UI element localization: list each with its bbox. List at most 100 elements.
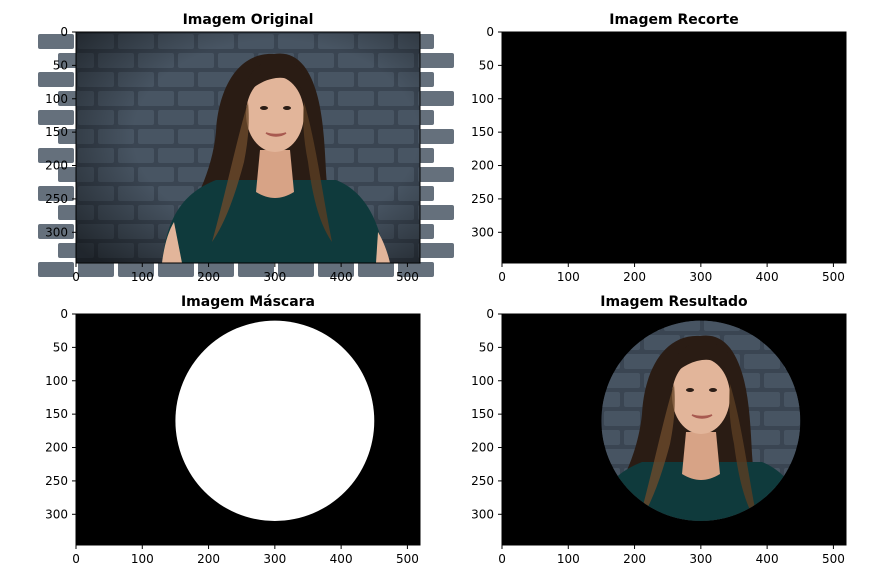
panel-title: Imagem Recorte	[609, 12, 739, 28]
y-tick-label: 250	[45, 474, 68, 488]
y-tick-label: 150	[471, 407, 494, 421]
brick	[78, 262, 114, 277]
brick	[464, 316, 500, 331]
image-area	[502, 32, 846, 263]
x-tick-label: 300	[263, 552, 286, 566]
subplot-recorte: Imagem Recorte 0 100 200 300 400 500 0 50 100 15…	[471, 12, 847, 284]
y-axis: 0 50 100 150 200 250 300	[45, 307, 76, 521]
y-tick-label: 50	[479, 340, 494, 354]
brick	[844, 411, 873, 426]
x-tick-label: 300	[689, 270, 712, 284]
image-area	[38, 32, 454, 277]
subplot-resultado: Imagem Resultado 0 100 200 300 400 500 0 50 100…	[464, 294, 873, 566]
y-tick-label: 200	[45, 441, 68, 455]
y-tick-label: 0	[486, 25, 494, 39]
y-tick-label: 100	[45, 374, 68, 388]
y-tick-label: 250	[471, 192, 494, 206]
image-area	[76, 314, 420, 545]
x-axis: 0 100 200 300 400 500	[72, 545, 419, 566]
y-tick-label: 200	[45, 159, 68, 173]
x-tick-label: 400	[330, 270, 353, 284]
brick	[504, 544, 540, 559]
x-tick-label: 300	[263, 270, 286, 284]
y-tick-label: 100	[471, 374, 494, 388]
eye	[709, 388, 717, 392]
face	[246, 76, 304, 152]
x-tick-label: 100	[557, 552, 580, 566]
brick	[844, 525, 873, 540]
x-tick-label: 0	[72, 270, 80, 284]
panel-title: Imagem Resultado	[600, 294, 748, 310]
brick	[584, 544, 620, 559]
y-tick-label: 50	[479, 58, 494, 72]
mask-circle	[175, 320, 375, 521]
x-tick-label: 200	[197, 270, 220, 284]
y-tick-label: 150	[45, 407, 68, 421]
subplot-mascara: Imagem Máscara 0 100 200 300 400 500 0 50 100 15…	[45, 294, 421, 566]
x-tick-label: 400	[756, 552, 779, 566]
x-tick-label: 0	[498, 552, 506, 566]
brick	[464, 354, 500, 369]
x-tick-label: 500	[396, 552, 419, 566]
brick	[418, 129, 454, 144]
x-axis: 0 100 200 300 400 500	[498, 545, 845, 566]
y-tick-label: 50	[53, 58, 68, 72]
x-tick-label: 100	[131, 552, 154, 566]
y-tick-label: 300	[45, 507, 68, 521]
x-tick-label: 400	[756, 270, 779, 284]
neck	[682, 432, 720, 480]
y-tick-label: 150	[471, 125, 494, 139]
y-tick-label: 300	[471, 507, 494, 521]
x-axis: 0 100 200 300 400 500	[498, 263, 845, 284]
brick	[418, 53, 454, 68]
x-tick-label: 200	[197, 552, 220, 566]
brick	[38, 262, 74, 277]
x-tick-label: 200	[623, 270, 646, 284]
panel-title: Imagem Original	[183, 12, 314, 28]
brick	[418, 243, 454, 258]
x-tick-label: 100	[557, 270, 580, 284]
y-tick-label: 250	[45, 192, 68, 206]
brick	[844, 487, 873, 502]
brick	[418, 167, 454, 182]
x-tick-label: 400	[330, 552, 353, 566]
brick	[358, 262, 394, 277]
brick	[418, 91, 454, 106]
panel-title: Imagem Máscara	[181, 294, 315, 310]
neck	[256, 150, 294, 198]
eye	[283, 106, 291, 110]
subplot-original: Imagem Original 0 100 200 300 400 500 0 50 100 1…	[38, 12, 454, 284]
y-tick-label: 200	[471, 441, 494, 455]
y-tick-label: 100	[471, 92, 494, 106]
brick	[38, 72, 74, 87]
brick	[418, 205, 454, 220]
y-tick-label: 50	[53, 340, 68, 354]
image-area	[464, 314, 873, 559]
figure: Imagem Original 0 100 200 300 400 500 0501001…	[38, 12, 873, 566]
brick	[464, 392, 500, 407]
eye	[260, 106, 268, 110]
y-tick-label: 300	[45, 225, 68, 239]
x-tick-label: 0	[498, 270, 506, 284]
y-tick-label: 150	[45, 125, 68, 139]
y-axis: 0 50 100 150 200 250 300	[471, 25, 502, 239]
x-tick-label: 500	[396, 270, 419, 284]
x-tick-label: 500	[822, 552, 845, 566]
black-image	[502, 32, 846, 263]
y-tick-label: 300	[471, 225, 494, 239]
brick	[784, 544, 820, 559]
y-tick-label: 100	[45, 92, 68, 106]
x-tick-label: 0	[72, 552, 80, 566]
brick	[38, 110, 74, 125]
eye	[686, 388, 694, 392]
brick	[158, 262, 194, 277]
brick	[38, 34, 74, 49]
y-tick-label: 0	[486, 307, 494, 321]
x-tick-label: 100	[131, 270, 154, 284]
face	[672, 358, 730, 434]
y-tick-label: 250	[471, 474, 494, 488]
y-tick-label: 0	[60, 307, 68, 321]
x-tick-label: 200	[623, 552, 646, 566]
brick	[464, 544, 500, 559]
x-tick-label: 300	[689, 552, 712, 566]
